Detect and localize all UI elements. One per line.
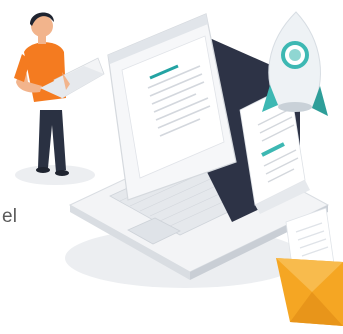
partial-text: el	[2, 206, 18, 227]
rocket-icon	[262, 11, 328, 116]
person-with-laptop-illustration	[14, 12, 105, 176]
isometric-illustration	[14, 11, 343, 326]
person-shadow	[15, 165, 95, 185]
